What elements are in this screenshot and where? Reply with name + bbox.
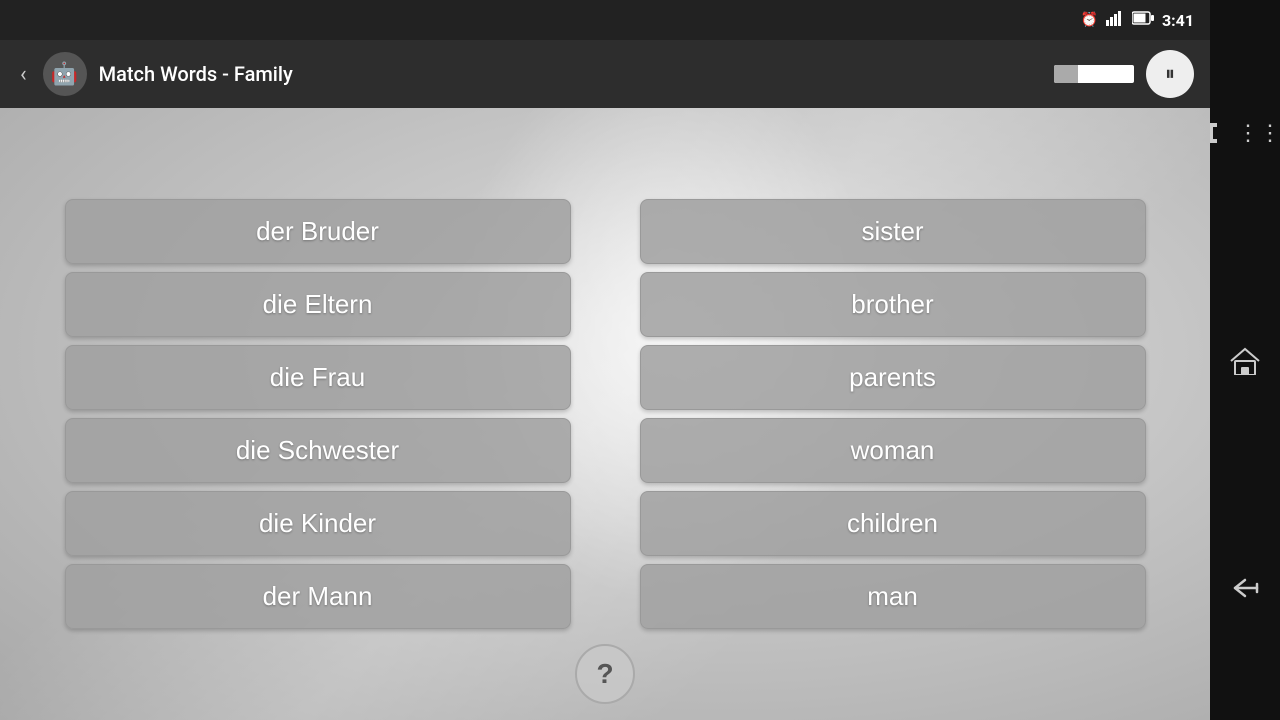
battery-icon bbox=[1132, 11, 1154, 29]
word-columns: der Bruder die Eltern die Frau die Schweste… bbox=[0, 108, 1210, 720]
page-title: Match Words - Family bbox=[99, 62, 1042, 86]
alarm-icon: ⏰ bbox=[1081, 12, 1098, 28]
left-word-btn[interactable]: der Bruder bbox=[65, 199, 571, 264]
header: ‹ 🤖 Match Words - Family ⏸ bbox=[0, 40, 1210, 108]
home-icon[interactable] bbox=[1229, 347, 1261, 375]
right-word-btn[interactable]: sister bbox=[640, 199, 1146, 264]
left-word-btn[interactable]: die Schwester bbox=[65, 418, 571, 483]
signal-icon bbox=[1106, 10, 1124, 30]
left-column: der Bruder die Eltern die Frau die Schweste… bbox=[65, 199, 571, 629]
nav-sidebar: ⋮⋮ bbox=[1210, 0, 1280, 720]
right-word-btn[interactable]: brother bbox=[640, 272, 1146, 337]
right-word-btn[interactable]: children bbox=[640, 491, 1146, 556]
pause-button[interactable]: ⏸ bbox=[1146, 50, 1194, 98]
progress-fill bbox=[1054, 65, 1078, 83]
left-word-btn[interactable]: die Eltern bbox=[65, 272, 571, 337]
app-icon: 🤖 bbox=[43, 52, 87, 96]
left-word-btn[interactable]: die Frau bbox=[65, 345, 571, 410]
menu-icon[interactable]: ⋮⋮ bbox=[1209, 121, 1280, 146]
progress-bar bbox=[1054, 65, 1134, 83]
right-word-btn[interactable]: man bbox=[640, 564, 1146, 629]
status-bar: ⏰ 3:41 bbox=[0, 0, 1210, 40]
left-word-btn[interactable]: der Mann bbox=[65, 564, 571, 629]
right-word-btn[interactable]: woman bbox=[640, 418, 1146, 483]
back-button[interactable]: ‹ bbox=[16, 58, 31, 91]
right-word-btn[interactable]: parents bbox=[640, 345, 1146, 410]
back-nav-icon[interactable] bbox=[1229, 576, 1261, 600]
help-button[interactable]: ? bbox=[575, 644, 635, 704]
left-word-btn[interactable]: die Kinder bbox=[65, 491, 571, 556]
time-display: 3:41 bbox=[1162, 11, 1194, 30]
right-column: sister brother parents woman children man bbox=[640, 199, 1146, 629]
game-area: der Bruder die Eltern die Frau die Schweste… bbox=[0, 108, 1210, 720]
